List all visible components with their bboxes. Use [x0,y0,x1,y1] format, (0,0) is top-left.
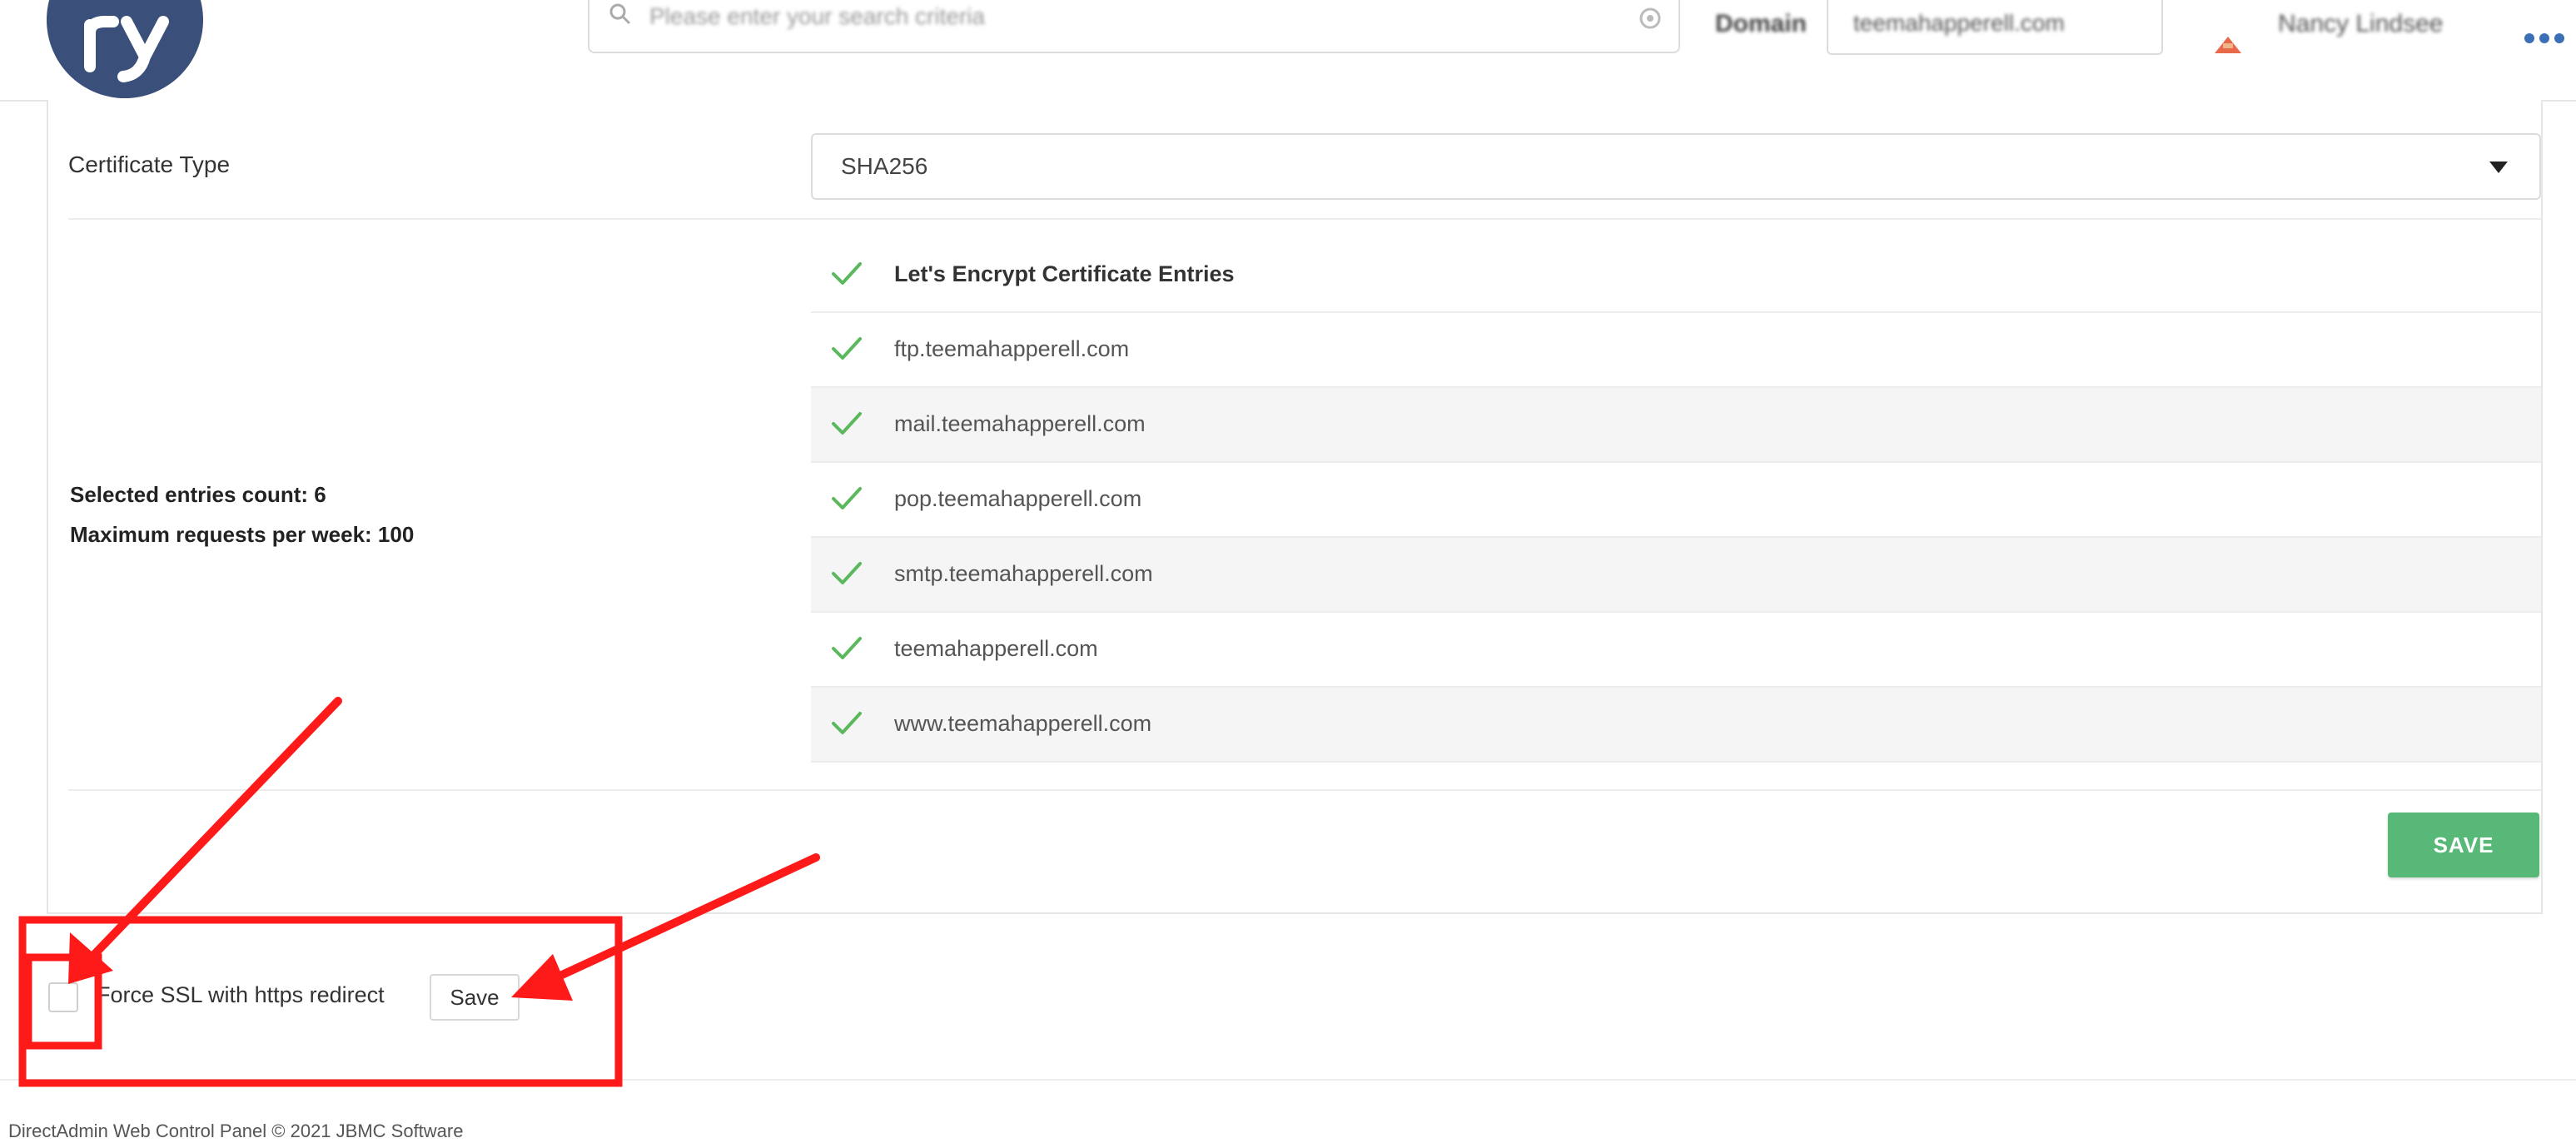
force-ssl-save-button[interactable]: Save [430,974,520,1021]
settings-icon[interactable] [1635,3,1665,33]
domain-select[interactable]: teemahapperell.com [1827,0,2163,55]
domain-label: Domain [1715,10,1808,37]
logo-mark-icon [84,16,169,82]
entry-label: www.teemahapperell.com [894,711,1152,736]
divider [68,218,2541,220]
check-icon[interactable] [831,261,863,286]
list-item[interactable]: www.teemahapperell.com [811,688,2541,763]
check-icon[interactable] [831,561,863,586]
caret-down-icon [2489,162,2508,173]
divider [0,1079,2576,1081]
annotation-arrowhead-checkbox [68,932,113,984]
save-button[interactable]: SAVE [2388,813,2539,877]
check-icon[interactable] [831,411,863,436]
certificate-type-label: Certificate Type [68,152,231,177]
force-ssl-label: Force SSL with https redirect [97,982,385,1007]
entry-label: teemahapperell.com [894,636,1098,661]
more-dots-icon[interactable] [2523,32,2566,45]
max-requests-per-week: Maximum requests per week: 100 [70,522,415,547]
list-item[interactable]: ftp.teemahapperell.com [811,313,2541,388]
logo[interactable] [47,0,203,98]
annotation-arrowhead-save [511,954,573,1001]
search-icon [609,3,631,25]
entries-header-row[interactable]: Let's Encrypt Certificate Entries [811,238,2541,313]
force-ssl-checkbox[interactable] [48,982,78,1012]
list-item[interactable]: teemahapperell.com [811,613,2541,688]
certificate-type-value: SHA256 [841,153,928,179]
check-icon[interactable] [831,336,863,361]
page: Please enter your search criteria Domain… [0,0,2576,1143]
certificate-entries-list: Let's Encrypt Certificate Entries ftp.te… [811,238,2541,763]
check-icon[interactable] [831,486,863,511]
user-avatar-icon[interactable] [2211,33,2245,53]
selected-entries-count: Selected entries count: 6 [70,482,326,507]
certificate-type-select[interactable]: SHA256 [811,133,2541,200]
divider [68,789,2541,791]
search-input[interactable]: Please enter your search criteria [588,0,1680,53]
list-item[interactable]: smtp.teemahapperell.com [811,538,2541,613]
entries-info: Selected entries count: 6 Maximum reques… [70,475,414,554]
top-header: Please enter your search criteria Domain… [0,0,2576,102]
search-placeholder: Please enter your search criteria [649,3,986,29]
list-item[interactable]: mail.teemahapperell.com [811,388,2541,463]
check-icon[interactable] [831,711,863,736]
check-icon[interactable] [831,636,863,661]
user-name[interactable]: Nancy Lindsee [2278,10,2443,38]
entry-label: pop.teemahapperell.com [894,486,1142,511]
entry-label: smtp.teemahapperell.com [894,561,1153,586]
list-item[interactable]: pop.teemahapperell.com [811,463,2541,538]
domain-value: teemahapperell.com [1853,10,2065,36]
footer-copyright: DirectAdmin Web Control Panel © 2021 JBM… [8,1121,464,1141]
entry-label: mail.teemahapperell.com [894,411,1146,436]
entries-header-label: Let's Encrypt Certificate Entries [894,261,1235,286]
entry-label: ftp.teemahapperell.com [894,336,1130,361]
